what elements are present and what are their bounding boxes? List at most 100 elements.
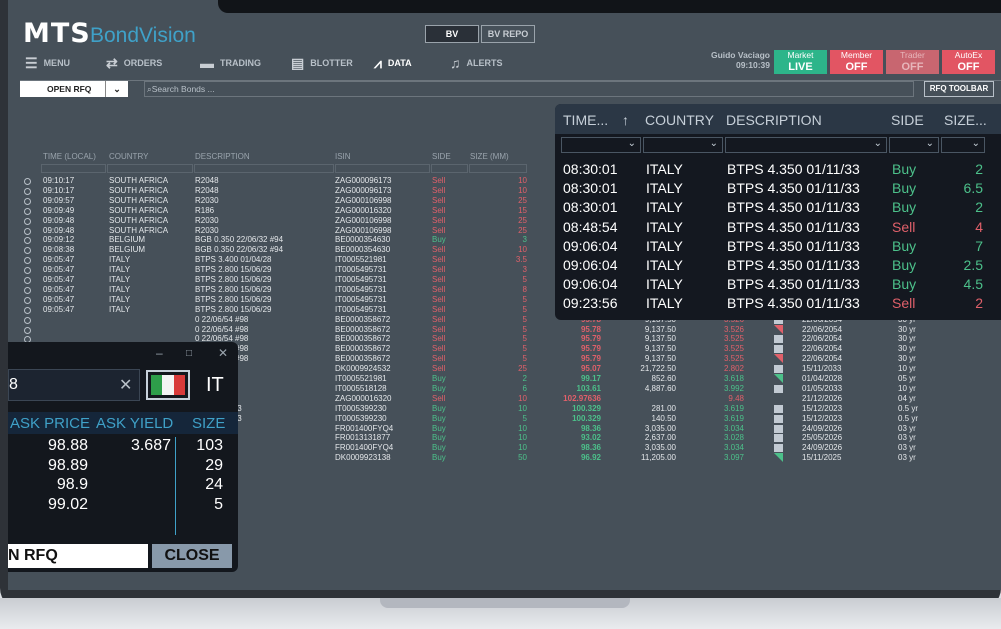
row-radio[interactable]: [24, 286, 31, 294]
zoom-filter-country[interactable]: ⌄: [643, 137, 723, 153]
zoom-cell-size: 2: [975, 199, 983, 216]
row-radio[interactable]: [24, 316, 31, 324]
zoom-col-time[interactable]: TIME...: [563, 112, 608, 128]
nav-data[interactable]: ⩘ DATA: [374, 52, 412, 74]
rfq-toolbar-button[interactable]: RFQ TOOLBAR: [924, 81, 994, 97]
zoom-row[interactable]: 09:06:04 ITALY BTPS 4.350 01/11/33 Buy 4.5: [555, 276, 1001, 295]
zoom-row[interactable]: 08:30:01 ITALY BTPS 4.350 01/11/33 Buy 2: [555, 199, 1001, 218]
zoom-cell-country: ITALY: [646, 199, 683, 216]
open-rfq-button[interactable]: N RFQ: [8, 544, 148, 568]
top-bezel-strip: [218, 0, 1001, 13]
filter-isin[interactable]: [335, 164, 430, 173]
nav-data-label: DATA: [387, 58, 412, 68]
row-radio[interactable]: [24, 267, 31, 275]
tab-bv-repo[interactable]: BV REPO: [481, 25, 535, 43]
cell-maturity: 22/06/2054: [802, 334, 843, 344]
zoom-filter-description[interactable]: ⌄: [725, 137, 887, 153]
col-description[interactable]: DESCRIPTION: [195, 152, 250, 161]
close-button[interactable]: CLOSE: [152, 544, 232, 568]
status-market[interactable]: Market LIVE: [774, 50, 827, 74]
ask-price: 98.89: [47, 456, 88, 474]
nav-menu[interactable]: ☰ MENU: [25, 52, 70, 74]
price-row[interactable]: 98.89 29: [8, 457, 238, 477]
cell-side: Sell: [432, 245, 446, 255]
col-country[interactable]: COUNTRY: [109, 152, 148, 161]
cell-description: BTPS 3.400 01/04/28: [195, 255, 272, 265]
price-row[interactable]: 98.9 24: [8, 476, 238, 496]
filter-side[interactable]: [431, 164, 468, 173]
zoom-filter-time[interactable]: ⌄: [561, 137, 641, 153]
trend-icon: [774, 414, 783, 423]
sort-arrow-icon[interactable]: ↑: [622, 112, 629, 128]
col-time[interactable]: TIME (LOCAL): [43, 152, 96, 161]
zoom-col-description[interactable]: DESCRIPTION: [726, 112, 822, 128]
status-autoex[interactable]: AutoEx OFF: [942, 50, 995, 74]
zoom-row[interactable]: 09:23:56 ITALY BTPS 4.350 01/11/33 Sell 2: [555, 295, 1001, 314]
row-radio[interactable]: [24, 197, 31, 205]
zoom-cell-time: 08:30:01: [563, 199, 618, 216]
status-member-value: OFF: [845, 61, 868, 73]
maximize-icon[interactable]: □: [186, 348, 192, 359]
nav-alerts[interactable]: ♫ ALERTS: [450, 52, 503, 74]
row-radio[interactable]: [24, 187, 31, 195]
row-radio[interactable]: [24, 257, 31, 265]
zoom-row[interactable]: 08:48:54 ITALY BTPS 4.350 01/11/33 Sell 4: [555, 219, 1001, 238]
zoom-col-side[interactable]: SIDE: [891, 112, 924, 128]
filter-size[interactable]: [469, 164, 527, 173]
nav-orders[interactable]: ⇄ ORDERS: [106, 52, 162, 74]
row-radio[interactable]: [24, 217, 31, 225]
chevron-down-icon[interactable]: ⌄: [105, 81, 128, 97]
row-radio[interactable]: [24, 306, 31, 314]
cell-country: ITALY: [109, 284, 131, 294]
filter-time[interactable]: [41, 164, 106, 173]
zoom-cell-description: BTPS 4.350 01/11/33: [727, 180, 860, 197]
clear-icon[interactable]: ✕: [119, 375, 132, 395]
cell-isin: BE0000358672: [335, 354, 391, 364]
cell-yield: 3.028: [723, 433, 744, 443]
col-side[interactable]: SIDE: [432, 152, 451, 161]
status-trader[interactable]: Trader OFF: [886, 50, 939, 74]
row-radio[interactable]: [24, 237, 31, 245]
zoom-row[interactable]: 09:06:04 ITALY BTPS 4.350 01/11/33 Buy 7: [555, 238, 1001, 257]
zoom-cell-time: 09:06:04: [563, 276, 618, 293]
col-size[interactable]: SIZE (MM): [470, 152, 509, 161]
filter-country[interactable]: [107, 164, 193, 173]
price-row[interactable]: 98.88 3.687 103: [8, 437, 238, 457]
bond-input[interactable]: 8 ✕: [8, 369, 140, 401]
zoom-filter-side[interactable]: ⌄: [889, 137, 939, 153]
filter-description[interactable]: [194, 164, 334, 173]
zoom-col-country[interactable]: COUNTRY: [645, 112, 714, 128]
status-member[interactable]: Member OFF: [830, 50, 883, 74]
search-bonds-input[interactable]: ⌕Search Bonds ...: [144, 81, 914, 97]
table-row[interactable]: 0 22/06/54 #98 BE0000358672 Sell 5 95.78 9,13…: [20, 324, 1001, 334]
cell-isin: BE0000358672: [335, 314, 391, 324]
zoom-filter-size[interactable]: ⌄: [941, 137, 985, 153]
nav-trading[interactable]: ▬ TRADING: [200, 52, 261, 74]
row-radio[interactable]: [24, 277, 31, 284]
zoom-cell-time: 08:30:01: [563, 161, 618, 177]
zoom-row[interactable]: 09:06:04 ITALY BTPS 4.350 01/11/33 Buy 2.5: [555, 257, 1001, 276]
row-radio[interactable]: [24, 207, 31, 215]
cell-yield: 3.526: [723, 324, 744, 334]
cell-side: Sell: [432, 324, 446, 334]
cell-maturity: 15/12/2023: [802, 413, 843, 423]
minimize-icon[interactable]: –: [156, 346, 163, 360]
row-radio[interactable]: [24, 178, 31, 185]
zoom-row[interactable]: 08:30:01 ITALY BTPS 4.350 01/11/33 Buy 6.5: [555, 180, 1001, 199]
tab-bv[interactable]: BV: [425, 25, 479, 43]
cell-side: Buy: [432, 383, 446, 393]
cell-term: 0.5 yr: [898, 413, 919, 423]
rfq-filter-select[interactable]: OPEN RFQ ⌄: [20, 81, 128, 97]
close-window-icon[interactable]: ✕: [218, 346, 228, 360]
cell-time: 09:09:57: [43, 195, 75, 205]
row-radio[interactable]: [24, 247, 31, 255]
col-isin[interactable]: ISIN: [335, 152, 351, 161]
zoom-col-size[interactable]: SIZE...: [944, 112, 987, 128]
row-radio[interactable]: [24, 227, 31, 235]
price-row[interactable]: 99.02 5: [8, 496, 238, 516]
row-radio[interactable]: [24, 326, 31, 334]
cell-isin: ZAG000106998: [335, 195, 392, 205]
nav-blotter[interactable]: ▤ BLOTTER: [291, 52, 353, 74]
row-radio[interactable]: [24, 296, 31, 304]
zoom-row[interactable]: 08:30:01 ITALY BTPS 4.350 01/11/33 Buy 2: [555, 161, 1001, 180]
